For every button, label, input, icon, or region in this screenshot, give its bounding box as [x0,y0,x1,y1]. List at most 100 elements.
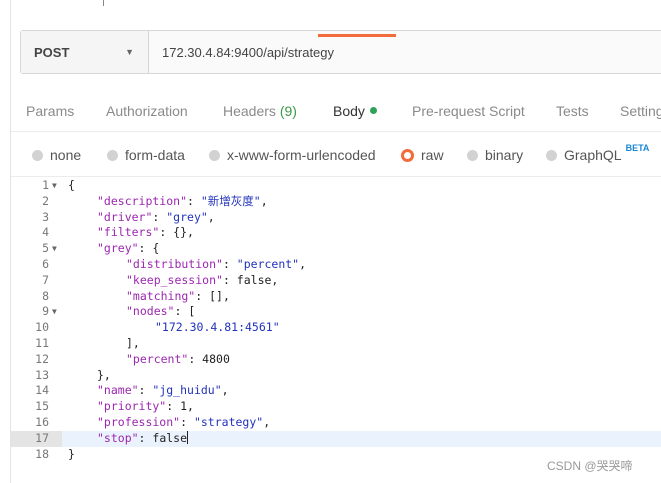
code-line[interactable]: 2 "description": "新增灰度", [11,194,661,210]
code-line[interactable]: 4 "filters": {}, [11,225,661,241]
code-line[interactable]: 16 "profession": "strategy", [11,415,661,431]
code-text: }, [97,368,111,384]
tab-authorization[interactable]: Authorization [106,103,188,119]
tab-headers[interactable]: Headers (9) [223,103,297,119]
json-key: "keep_session" [126,272,223,287]
method-select[interactable]: POST ▼ [21,31,149,73]
tab-body[interactable]: Body [333,103,377,119]
tab-label: Pre-request Script [412,103,525,119]
code-punct: } [68,446,75,461]
code-line[interactable]: 10 "172.30.4.81:4561" [11,320,661,336]
code-punct: : [195,288,210,303]
code-editor[interactable]: 1 ▼ {2 "description": "新增灰度", 3 "driver": "gr… [11,177,661,483]
code-line[interactable]: 3 "driver": "grey", [11,210,661,226]
json-key: "driver" [97,209,153,224]
line-gutter: 14 [11,383,62,399]
json-value: false, [236,272,279,287]
radio-raw[interactable]: raw [401,147,444,163]
radio-icon [107,149,118,161]
code-line[interactable]: 8 "matching": [], [11,289,661,305]
beta-badge: BETA [625,143,650,153]
radio-label: form-data [125,147,185,163]
radio-binary[interactable]: binary [467,147,523,163]
code-line[interactable]: 17 "stop": false [11,430,661,447]
json-value: false [152,430,188,445]
line-gutter: 12 [11,352,62,368]
json-key: "stop" [97,430,139,445]
code-punct: : [138,430,153,445]
code-line[interactable]: 13}, [11,368,661,384]
fold-arrow-icon[interactable]: ▼ [52,304,57,320]
json-string: "percent" [236,257,300,271]
code-text: "keep_session": false, [126,273,278,289]
radio-form-data[interactable]: form-data [107,147,185,163]
code-text: "name": "jg_huidu", [97,383,229,399]
fold-arrow-icon[interactable]: ▼ [52,178,57,194]
code-punct: { [68,178,75,192]
line-gutter: 16 [11,415,62,431]
tab-params[interactable]: Params [26,103,74,119]
line-number: 8 [42,288,49,303]
url-input[interactable]: 172.30.4.84:9400/api/strategy [149,45,334,60]
code-text: "nodes": [ [126,304,195,320]
fold-arrow-icon[interactable]: ▼ [52,241,57,257]
radio-label: none [50,147,82,163]
code-line[interactable]: 9 ▼ "nodes": [ [11,304,661,320]
code-text: { [68,178,75,194]
json-string: "新增灰度" [200,193,261,208]
line-gutter: 11 [11,336,62,352]
line-gutter: 17 [11,430,62,447]
code-line[interactable]: 5 ▼ "grey": { [11,241,661,257]
line-number: 9 [42,304,49,319]
code-line[interactable]: 1 ▼ { [11,178,661,194]
line-gutter: 8 [11,289,62,305]
code-text: "percent": 4800 [126,352,230,368]
line-number: 16 [35,415,49,429]
line-number: 14 [35,383,49,398]
line-gutter: 9 ▼ [11,304,62,320]
line-gutter: 6 [11,257,62,273]
tab-settings[interactable]: Setting [620,103,661,119]
line-number: 12 [35,351,49,366]
line-gutter: 1 ▼ [11,178,62,194]
line-gutter: 7 [11,273,62,289]
code-punct: : [138,383,153,398]
code-punct: : [180,415,194,429]
json-value: [], [209,288,230,303]
method-label: POST [34,44,70,60]
line-gutter: 15 [11,399,62,415]
line-gutter: 13 [11,368,62,384]
json-string: "jg_huidu" [152,383,222,398]
tab-tick-mark [103,0,104,6]
radio-none[interactable]: none [32,147,81,163]
tab-tests[interactable]: Tests [556,103,589,119]
code-text: "filters": {}, [97,225,194,241]
line-gutter: 18 [11,447,62,463]
tab-pre-request-script[interactable]: Pre-request Script [412,103,525,119]
line-number: 10 [35,320,49,335]
active-tab-indicator [318,34,396,37]
json-key: "nodes" [126,304,175,319]
code-line[interactable]: 7 "keep_session": false, [11,273,661,289]
json-key: "name" [97,383,139,398]
radio-graphql[interactable]: GraphQL BETA [546,143,649,163]
code-line[interactable]: 15 "priority": 1, [11,399,661,415]
line-number: 11 [35,336,49,350]
code-text: ], [126,336,140,352]
code-line[interactable]: 14 "name": "jg_huidu", [11,383,661,399]
tab-label: Params [26,103,75,119]
line-number: 15 [35,399,49,414]
json-value: {}, [173,225,194,240]
json-value: }, [97,367,111,382]
code-line[interactable]: 12 "percent": 4800 [11,352,661,368]
watermark: CSDN @哭哭啼 [547,459,633,473]
code-line[interactable]: 11], [11,336,661,352]
json-value: 1, [180,399,194,414]
code-text: "distribution": "percent", [126,257,306,273]
radio-label: raw [421,147,444,163]
json-value: { [152,241,160,256]
body-active-dot [369,107,377,114]
tab-label: Body [333,103,365,119]
radio-x-www-form-urlencoded[interactable]: x-www-form-urlencoded [209,147,376,163]
code-line[interactable]: 6 "distribution": "percent", [11,257,661,273]
